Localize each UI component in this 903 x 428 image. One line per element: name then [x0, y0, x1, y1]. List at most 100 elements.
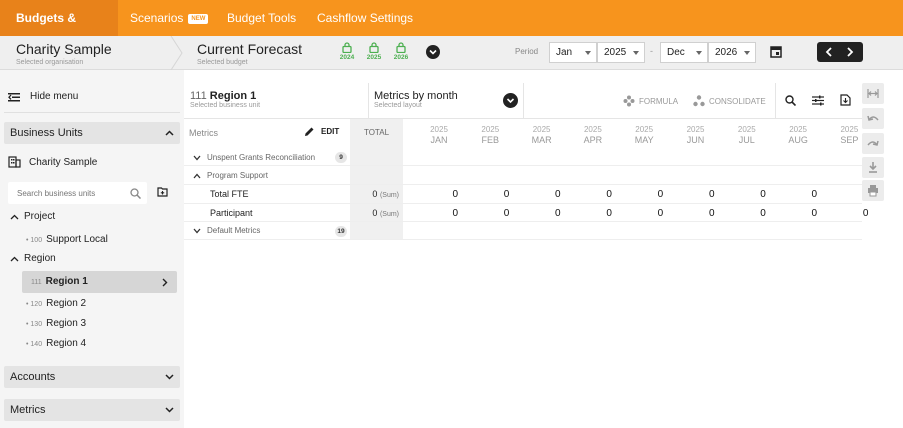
- chevron-right-icon: [847, 47, 854, 57]
- lock-year: 2024: [339, 54, 355, 61]
- download-button[interactable]: [862, 157, 884, 178]
- breadcrumb-chevron: [170, 36, 184, 70]
- add-business-unit-button[interactable]: [157, 186, 168, 197]
- previous-period-button[interactable]: [825, 47, 833, 57]
- column-month: APR: [583, 135, 603, 145]
- lock-2025[interactable]: 2025: [364, 42, 384, 61]
- value-cell[interactable]: 0: [722, 208, 766, 219]
- business-units-section[interactable]: Business Units: [4, 122, 180, 144]
- tree-group-region[interactable]: Region: [10, 253, 56, 264]
- filter-settings-button[interactable]: [812, 95, 824, 106]
- tree-item-region-2[interactable]: • 120 Region 2: [26, 298, 86, 309]
- next-period-button[interactable]: [846, 47, 854, 57]
- lock-2026[interactable]: 2026: [391, 42, 411, 61]
- value-cell[interactable]: 0: [517, 189, 561, 200]
- add-folder-icon: [157, 187, 168, 197]
- value-cell[interactable]: 0: [568, 208, 612, 219]
- redo-icon: [867, 140, 879, 146]
- lock-2024[interactable]: 2024: [337, 42, 357, 61]
- value-cell[interactable]: 0: [671, 189, 715, 200]
- value-cell[interactable]: 0: [619, 208, 664, 219]
- layout-dropdown-button[interactable]: [503, 93, 518, 108]
- business-unit-search[interactable]: [8, 182, 147, 204]
- divider: [368, 83, 369, 119]
- value-cell[interactable]: 0: [568, 189, 612, 200]
- org-tree-item[interactable]: Charity Sample: [8, 156, 97, 168]
- business-units-title: Business Units: [10, 127, 83, 139]
- consolidate-button[interactable]: CONSOLIDATE: [693, 95, 766, 107]
- value-cell[interactable]: 0: [773, 208, 818, 219]
- search-button[interactable]: [785, 95, 796, 106]
- consolidate-label: CONSOLIDATE: [709, 96, 766, 106]
- tab-scenarios[interactable]: Scenarios NEW: [118, 0, 220, 36]
- period-label: Period: [515, 47, 539, 56]
- metric-group-default-metrics[interactable]: Default Metrics: [193, 226, 260, 235]
- value-cell[interactable]: 0: [773, 189, 818, 200]
- calendar-button[interactable]: [770, 45, 782, 58]
- tree-group-project[interactable]: Project: [10, 211, 55, 222]
- start-year-select[interactable]: 2025: [597, 42, 645, 63]
- caret-down-icon: [744, 51, 750, 55]
- tree-item-support-local[interactable]: • 100 Support Local: [26, 234, 108, 245]
- tab-cashflow-settings[interactable]: Cashflow Settings: [305, 0, 425, 36]
- end-year-select[interactable]: 2026: [708, 42, 756, 63]
- print-button[interactable]: [862, 180, 884, 201]
- end-month-value: Dec: [667, 47, 685, 58]
- value-cell[interactable]: 0: [671, 208, 715, 219]
- tree-item-content: 111 Region 1: [31, 276, 88, 287]
- formula-label: FORMULA: [639, 96, 679, 106]
- business-unit-search-input[interactable]: [8, 182, 123, 204]
- budget-caption: Selected budget: [197, 59, 248, 66]
- start-month-select[interactable]: Jan: [549, 42, 597, 63]
- organisation-selector[interactable]: Charity Sample Selected organisation: [16, 41, 112, 66]
- value-cell[interactable]: 0: [517, 208, 561, 219]
- value-cell[interactable]: 0: [465, 189, 510, 200]
- start-month-value: Jan: [556, 47, 573, 58]
- column-year: 2025: [635, 125, 654, 134]
- accounts-section[interactable]: Accounts: [4, 366, 180, 388]
- chevron-up-icon: [10, 256, 19, 261]
- formula-button[interactable]: FORMULA: [623, 95, 678, 107]
- column-month: MAR: [531, 135, 552, 145]
- value-cell[interactable]: 0: [414, 189, 458, 200]
- tree-item-region-4[interactable]: • 140 Region 4: [26, 338, 86, 349]
- print-icon: [868, 185, 878, 197]
- tree-item-region-3[interactable]: • 130 Region 3: [26, 318, 86, 329]
- fit-width-button[interactable]: [862, 83, 884, 104]
- column-year: 2025: [737, 125, 756, 134]
- budget-dropdown-button[interactable]: [426, 45, 440, 59]
- redo-button[interactable]: [862, 133, 884, 154]
- column-year: 2025: [583, 125, 602, 134]
- period-navigation: [817, 42, 863, 62]
- column-month: MAY: [634, 135, 654, 145]
- caret-down-icon: [633, 51, 639, 55]
- value-cell[interactable]: 0: [722, 189, 766, 200]
- tab-budgets-actuals[interactable]: Budgets & Actuals: [0, 0, 118, 61]
- budget-name: Current Forecast: [197, 41, 303, 57]
- download-icon: [869, 162, 877, 173]
- undo-button[interactable]: [862, 108, 884, 129]
- export-button[interactable]: [840, 94, 851, 106]
- budget-selector[interactable]: Current Forecast Selected budget: [197, 41, 302, 66]
- organisation-name: Charity Sample: [16, 41, 112, 57]
- hide-menu-button[interactable]: Hide menu: [8, 91, 78, 102]
- month-column-header: 2025 APR: [568, 125, 618, 145]
- sliders-icon: [812, 95, 824, 106]
- metric-group-program-support[interactable]: Program Support: [193, 171, 268, 180]
- metric-group-unspent-grants[interactable]: Unspent Grants Reconciliation: [193, 153, 315, 162]
- value-cell[interactable]: 0: [465, 208, 510, 219]
- tab-budget-tools[interactable]: Budget Tools: [215, 0, 308, 36]
- unit-name: Region 1: [209, 90, 257, 102]
- metrics-section[interactable]: Metrics: [4, 399, 180, 421]
- edit-button[interactable]: EDIT: [304, 126, 339, 137]
- value-cell[interactable]: 0: [824, 208, 869, 219]
- tree-group-label: Project: [24, 211, 56, 222]
- calendar-icon: [770, 46, 782, 58]
- search-icon: [130, 188, 141, 199]
- tree-item-region-1[interactable]: 111 Region 1: [22, 271, 177, 293]
- value-cell[interactable]: 0: [619, 189, 664, 200]
- value-cell[interactable]: 0: [414, 208, 458, 219]
- layout-selector[interactable]: Metrics by month Selected layout: [374, 90, 458, 109]
- end-month-select[interactable]: Dec: [660, 42, 708, 63]
- layout-name: Metrics by month: [374, 90, 458, 102]
